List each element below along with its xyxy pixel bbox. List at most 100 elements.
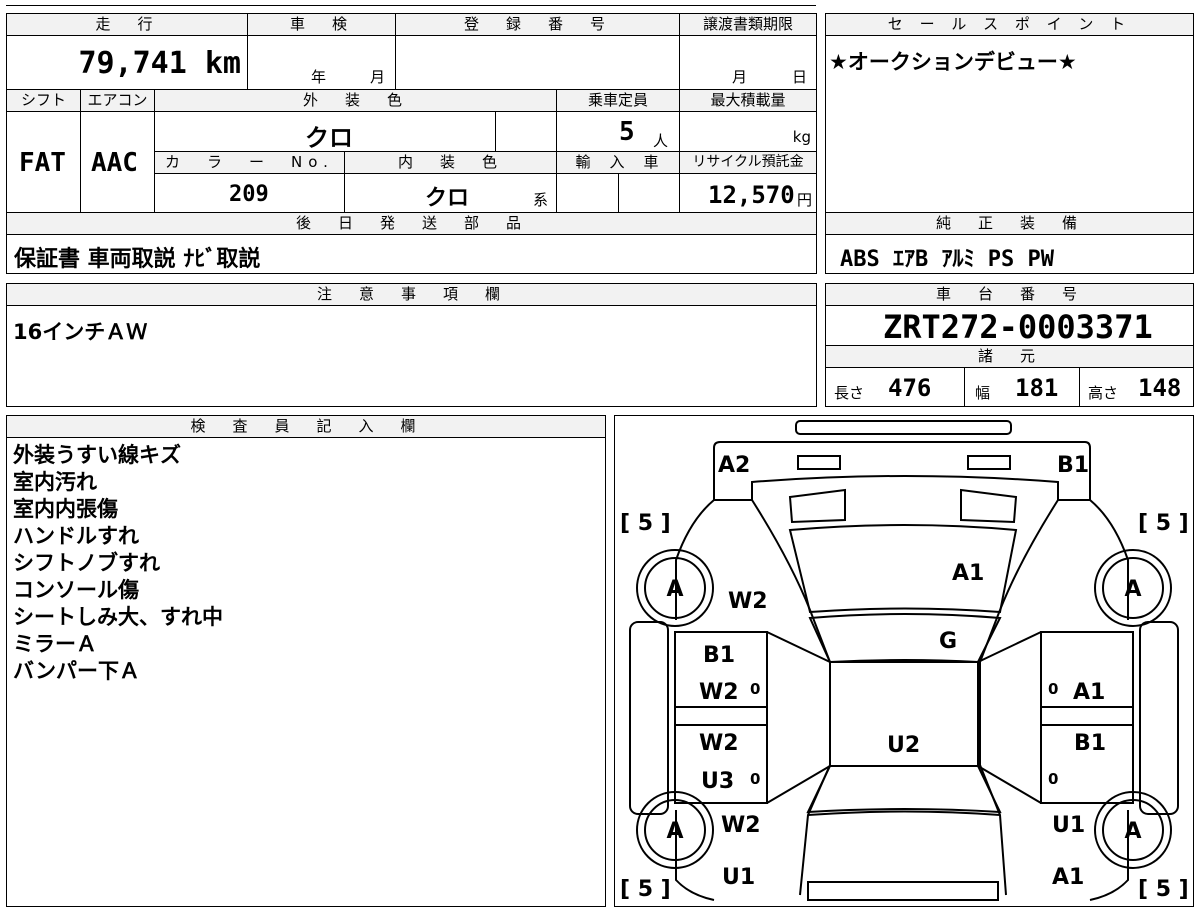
note-line: コンソール傷 <box>13 578 139 602</box>
shift-cell: FAT <box>6 111 81 213</box>
height-cell: 高さ 148 <box>1079 367 1194 407</box>
note-line: ハンドルすれ <box>13 524 139 548</box>
color-no-cell: 209 <box>154 173 345 213</box>
interior-color-value: クロ <box>425 186 470 211</box>
mark-front-left: A2 <box>718 453 750 478</box>
left-skirt <box>629 621 669 815</box>
width-cell: 幅 181 <box>964 367 1080 407</box>
later-parts-cell: 保証書 車両取説 ﾅﾋﾞ取説 <box>6 234 817 274</box>
note-line: 室内汚れ <box>13 470 97 494</box>
shift-header: シフト <box>6 89 81 112</box>
mark-right-rear-fender: U1 <box>1052 813 1085 838</box>
left-pillar <box>674 706 768 726</box>
mileage-header: 走 行 <box>6 13 248 36</box>
aircon-cell: AAC <box>80 111 155 213</box>
rear-window <box>806 765 1002 814</box>
sales-point-text: ★オークションデビュー★ <box>829 50 1077 74</box>
inspection-header: 車 検 <box>247 13 396 36</box>
left-door-lines <box>766 631 831 804</box>
front-right-lamp <box>967 455 1011 470</box>
max-load-cell: kg <box>679 111 817 152</box>
note-line: シフトノブすれ <box>13 551 160 575</box>
wheel-mark: A <box>666 577 683 602</box>
right-headlight <box>960 488 1018 524</box>
car-diagram-panel: A A A A [ 5 ] [ 5 ] [ 5 ] [ 5 ] A2 B1 A1… <box>614 415 1194 907</box>
deadline-month: 月 <box>732 68 748 86</box>
shift-value: FAT <box>19 148 66 178</box>
small-zero: 0 <box>1048 770 1058 788</box>
exterior-color-cell: クロ <box>154 111 496 152</box>
car-diagram: A A A A [ 5 ] [ 5 ] [ 5 ] [ 5 ] A2 B1 A1… <box>620 420 1189 902</box>
equipment-body: ABS ｴｱB ｱﾙﾐ PS PW <box>825 234 1194 274</box>
deadline-cell: 月 日 <box>679 35 817 90</box>
mileage-value: 79,741 km <box>78 46 241 81</box>
deadline-day: 日 <box>792 68 808 86</box>
aircon-value: AAC <box>91 148 138 178</box>
recycle-fee-unit: 円 <box>796 191 812 209</box>
import-cell-2 <box>618 173 680 213</box>
mark-roof: U2 <box>887 733 920 758</box>
inspector-notes: 外装うすい線キズ 室内汚れ 室内内張傷 ハンドルすれ シフトノブすれ コンソール… <box>6 437 606 907</box>
note-line: バンパー下Ａ <box>13 659 141 683</box>
length-value: 476 <box>888 374 932 402</box>
front-section <box>713 441 1091 501</box>
caution-body: 16インチＡＷ <box>6 305 817 407</box>
mark-left-rear-door: U3 <box>701 769 734 794</box>
right-skirt <box>1139 621 1179 815</box>
caution-text: 16インチＡＷ <box>13 320 148 344</box>
mark-front-right: B1 <box>1057 453 1089 478</box>
interior-color-header: 内 装 色 <box>344 151 557 174</box>
recycle-fee-cell: 12,570 円 <box>679 173 817 213</box>
wheel-mark: A <box>1124 819 1141 844</box>
capacity-value: 5 <box>619 117 635 147</box>
inspector-header: 検 査 員 記 入 欄 <box>6 415 606 438</box>
length-cell: 長さ 476 <box>825 367 965 407</box>
color-no-value: 209 <box>229 182 269 207</box>
deadline-header: 譲渡書類期限 <box>679 13 817 36</box>
registration-header: 登 録 番 号 <box>395 13 680 36</box>
trunk-line <box>807 810 1001 816</box>
wheel-icons <box>636 549 1172 869</box>
tire-mark: [ 5 ] <box>1138 877 1189 902</box>
width-value: 181 <box>1015 374 1059 402</box>
wheel-mark: A <box>1124 577 1141 602</box>
color-no-header: カ ラ ー No. <box>154 151 345 174</box>
small-zero: 0 <box>750 770 760 788</box>
width-label: 幅 <box>975 384 991 402</box>
small-zero: 0 <box>750 680 760 698</box>
wheel-mark: A <box>666 819 683 844</box>
recycle-fee-value: 12,570 <box>708 181 795 209</box>
sales-point-body: ★オークションデビュー★ <box>825 35 1194 213</box>
registration-cell <box>395 35 680 90</box>
height-label: 高さ <box>1088 384 1119 402</box>
mark-left-rear-fender: W2 <box>721 813 761 838</box>
top-strip <box>6 0 816 6</box>
note-line: 外装うすい線キズ <box>13 443 181 467</box>
mark-windshield: G <box>939 629 957 654</box>
mark-left-front-door: B1 <box>703 643 735 668</box>
left-headlight <box>788 488 846 524</box>
import-header: 輸 入 車 <box>556 151 680 174</box>
mark-right-rear-door: B1 <box>1074 731 1106 756</box>
mark-right-front-door: A1 <box>1073 680 1105 705</box>
max-load-unit: kg <box>792 128 811 146</box>
mark-hood: A1 <box>952 561 984 586</box>
tire-mark: [ 5 ] <box>620 877 671 902</box>
later-parts-value: 保証書 車両取説 ﾅﾋﾞ取説 <box>14 247 261 272</box>
front-bumper-bar <box>795 420 1012 435</box>
interior-color-cell: クロ 系 <box>344 173 557 213</box>
caution-header: 注 意 事 項 欄 <box>6 283 817 306</box>
chassis-number: ZRT272-0003371 <box>883 308 1153 346</box>
exterior-color-extra <box>495 111 557 152</box>
exterior-color-value: クロ <box>305 124 353 152</box>
small-zero: 0 <box>1048 680 1058 698</box>
equipment-text: ABS ｴｱB ｱﾙﾐ PS PW <box>840 247 1054 272</box>
capacity-cell: 5 人 <box>556 111 680 152</box>
height-value: 148 <box>1138 374 1182 402</box>
inspection-cell: 年 月 <box>247 35 396 90</box>
mileage-cell: 79,741 km <box>6 35 248 90</box>
rear-bumper <box>807 881 999 901</box>
interior-color-suffix: 系 <box>533 191 549 209</box>
front-left-lamp <box>797 455 841 470</box>
mark-left-front-fender: W2 <box>728 589 768 614</box>
